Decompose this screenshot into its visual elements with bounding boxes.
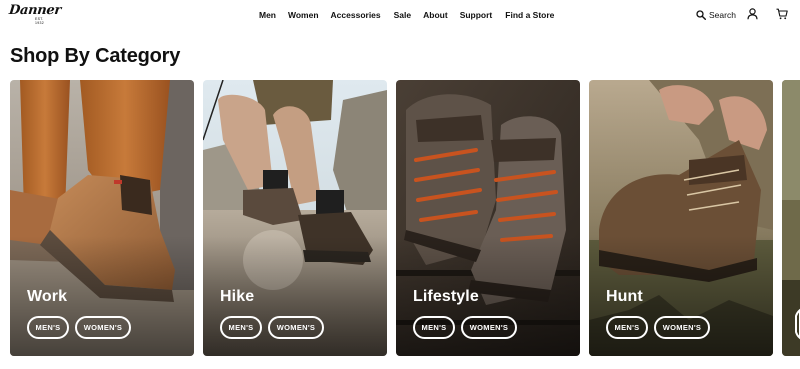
hike-mens-button[interactable]: MEN'S xyxy=(220,316,262,339)
category-title-hunt: Hunt xyxy=(606,288,643,305)
hunt-mens-button[interactable]: MEN'S xyxy=(606,316,648,339)
hunt-womens-button[interactable]: WOMEN'S xyxy=(654,316,710,339)
work-mens-button[interactable]: MEN'S xyxy=(27,316,69,339)
lifestyle-mens-button[interactable]: MEN'S xyxy=(413,316,455,339)
category-card-hike[interactable]: Hike MEN'S WOMEN'S xyxy=(203,80,387,356)
page-title: Shop By Category xyxy=(10,45,181,67)
danner-logo[interactable]: Danner EST. 1932 xyxy=(8,3,61,25)
search-icon xyxy=(696,10,706,20)
nav-accessories[interactable]: Accessories xyxy=(331,10,381,22)
lifestyle-womens-button[interactable]: WOMEN'S xyxy=(461,316,517,339)
main-nav: Men Women Accessories Sale About Support… xyxy=(259,10,554,22)
category-title-work: Work xyxy=(27,288,68,305)
category-title-lifestyle: Lifestyle xyxy=(413,288,479,305)
nav-find-a-store[interactable]: Find a Store xyxy=(505,10,554,22)
next-card-image xyxy=(782,80,800,356)
hike-womens-button[interactable]: WOMEN'S xyxy=(268,316,324,339)
category-card-next-partial[interactable] xyxy=(782,80,800,356)
nav-women[interactable]: Women xyxy=(288,10,319,22)
category-title-hike: Hike xyxy=(220,288,255,305)
nav-about[interactable]: About xyxy=(423,10,448,22)
work-womens-button[interactable]: WOMEN'S xyxy=(75,316,131,339)
user-icon[interactable] xyxy=(747,8,758,20)
search-label: Search xyxy=(709,10,736,20)
site-header: Danner EST. 1932 Men Women Accessories S… xyxy=(0,0,800,30)
nav-support[interactable]: Support xyxy=(460,10,493,22)
nav-sale[interactable]: Sale xyxy=(394,10,412,22)
logo-established: EST. 1932 xyxy=(35,17,44,25)
category-card-hunt[interactable]: Hunt MEN'S WOMEN'S xyxy=(589,80,773,356)
cart-icon[interactable] xyxy=(776,8,788,20)
search-button[interactable]: Search xyxy=(696,8,736,22)
logo-wordmark: Danner xyxy=(8,3,62,18)
category-card-work[interactable]: Work MEN'S WOMEN'S xyxy=(10,80,194,356)
nav-men[interactable]: Men xyxy=(259,10,276,22)
category-card-lifestyle[interactable]: Lifestyle MEN'S WOMEN'S xyxy=(396,80,580,356)
